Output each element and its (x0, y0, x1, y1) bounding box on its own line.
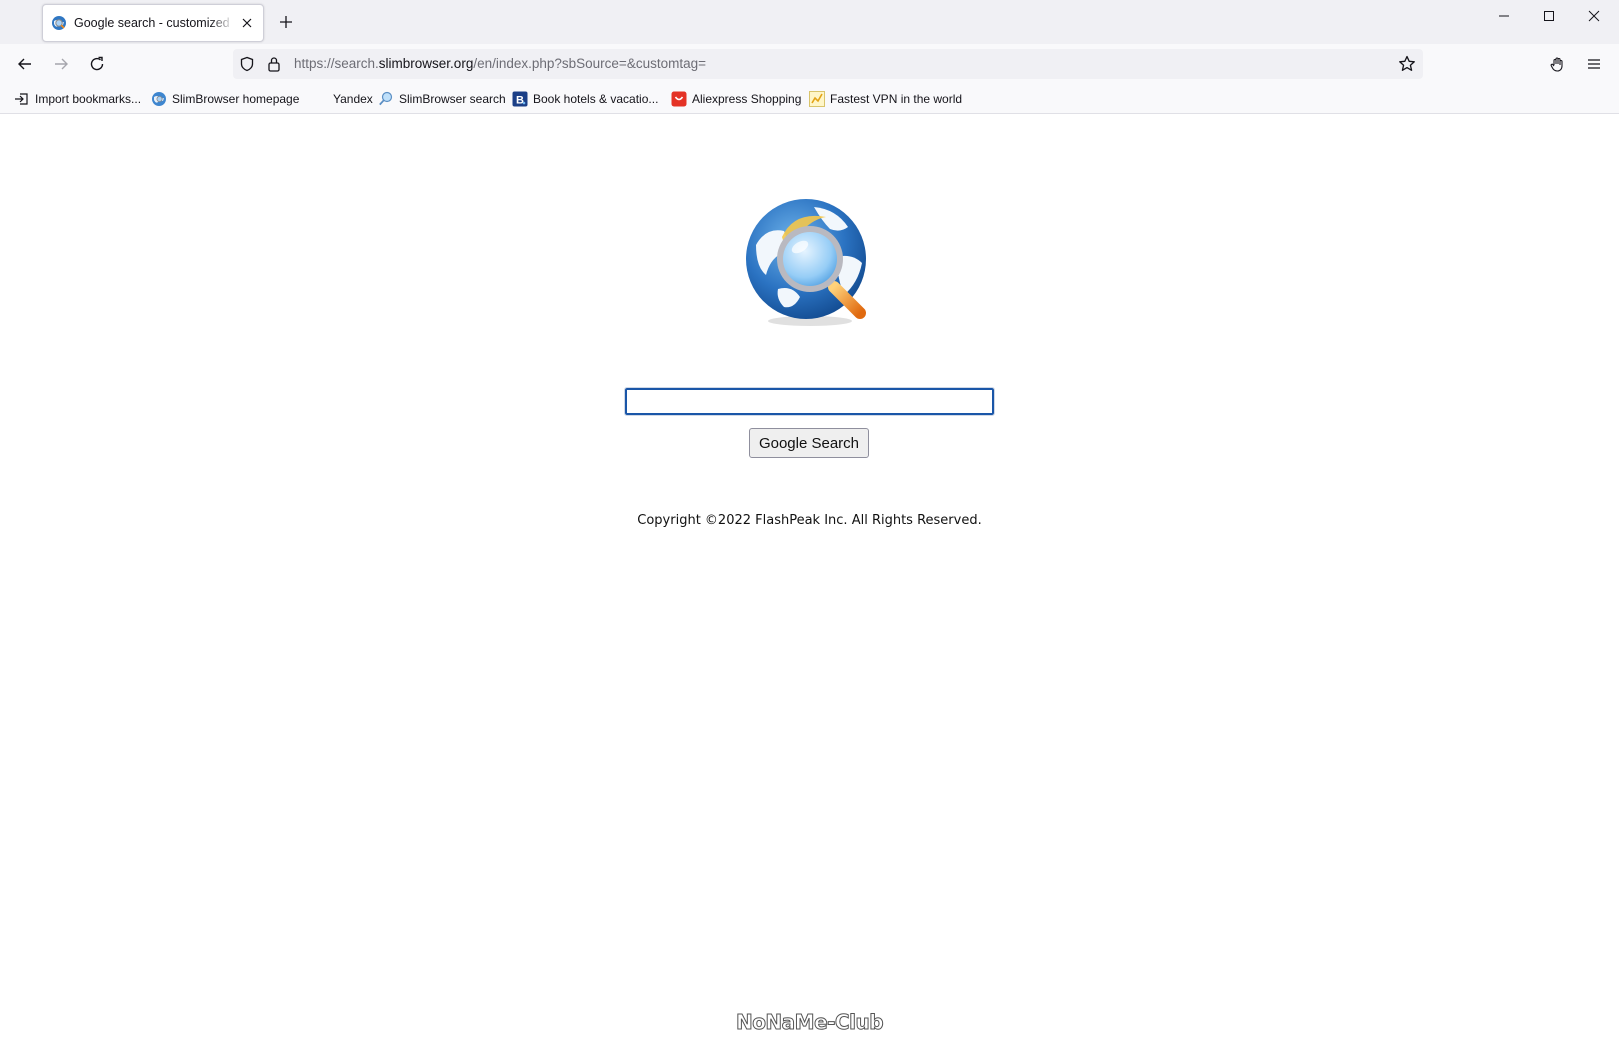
minimize-button[interactable] (1481, 0, 1527, 32)
bookmark-vpn[interactable]: Fastest VPN in the world (809, 90, 962, 108)
hand-icon (1550, 57, 1563, 72)
bookmark-label: Yandex (333, 92, 373, 106)
tab-close-icon[interactable] (238, 14, 255, 32)
menu-icon (1588, 59, 1600, 69)
url-prefix: https://search. (294, 56, 379, 71)
bookmark-booking[interactable]: B Book hotels & vacatio... (512, 90, 658, 108)
bookmark-label: SlimBrowser homepage (172, 92, 300, 106)
booking-icon: B (512, 91, 528, 107)
hand-button[interactable] (1543, 50, 1571, 78)
globe-search-icon (52, 16, 66, 30)
minimize-icon (1499, 15, 1509, 17)
magnifier-icon (379, 91, 393, 106)
maximize-icon (1544, 11, 1554, 21)
plus-icon (280, 16, 292, 28)
watermark-text: NoNaMe-Club (735, 1010, 884, 1035)
maximize-button[interactable] (1526, 0, 1572, 32)
title-bar: Google search - customized by SlimBrowse… (0, 0, 1619, 44)
bookmark-slimbrowser-search[interactable]: SlimBrowser search (378, 90, 506, 108)
url-bar[interactable]: https://search.slimbrowser.org/en/index.… (233, 49, 1423, 79)
google-search-button[interactable]: Google Search (749, 428, 869, 458)
star-icon[interactable] (1397, 54, 1417, 74)
page-content: Google Search Copyright ©2022 FlashPeak … (0, 115, 1619, 1040)
close-window-button[interactable] (1571, 0, 1617, 32)
search-input[interactable] (624, 387, 995, 416)
bookmarks-bar: Import bookmarks... SlimBrowser homepage… (0, 84, 1619, 114)
svg-text:B: B (516, 95, 524, 107)
import-icon (15, 93, 28, 105)
shield-icon[interactable] (239, 56, 255, 72)
globe-icon (152, 92, 166, 106)
bookmark-label: Import bookmarks... (35, 92, 142, 106)
arrow-right-icon (55, 58, 68, 70)
close-icon (1588, 10, 1600, 22)
reload-icon (90, 56, 104, 71)
copyright-text: Copyright ©2022 FlashPeak Inc. All Right… (637, 513, 982, 528)
bookmark-import[interactable]: Import bookmarks... (14, 90, 141, 108)
back-button[interactable] (11, 50, 39, 78)
url-host: slimbrowser.org (378, 56, 474, 71)
bookmark-yandex[interactable]: Yandex (312, 90, 373, 108)
new-tab-button[interactable] (274, 10, 298, 34)
forward-button[interactable] (47, 50, 75, 78)
bookmark-label: SlimBrowser search (399, 92, 506, 106)
vpn-icon (809, 91, 825, 107)
tab-title: Google search - customized by SlimBrowse… (74, 16, 234, 30)
bookmark-slimbrowser-homepage[interactable]: SlimBrowser homepage (151, 90, 299, 108)
url-path: /en/index.php?sbSource=&customtag= (473, 56, 706, 71)
bookmark-aliexpress[interactable]: Aliexpress Shopping (671, 90, 801, 108)
bookmark-label: Book hotels & vacatio... (533, 92, 659, 106)
bookmark-label: Aliexpress Shopping (692, 92, 802, 106)
tab-active[interactable]: Google search - customized by SlimBrowse… (42, 4, 264, 42)
app-menu-button[interactable] (1580, 50, 1608, 78)
aliexpress-icon (671, 91, 687, 107)
arrow-left-icon (18, 58, 31, 70)
blank-icon (312, 91, 328, 107)
bookmark-label: Fastest VPN in the world (830, 92, 963, 106)
nav-bar: https://search.slimbrowser.org/en/index.… (0, 44, 1619, 84)
lock-icon[interactable] (267, 56, 281, 72)
globe-magnifier-logo (746, 199, 866, 326)
url-text[interactable]: https://search.slimbrowser.org/en/index.… (294, 56, 706, 71)
reload-button[interactable] (83, 50, 111, 78)
